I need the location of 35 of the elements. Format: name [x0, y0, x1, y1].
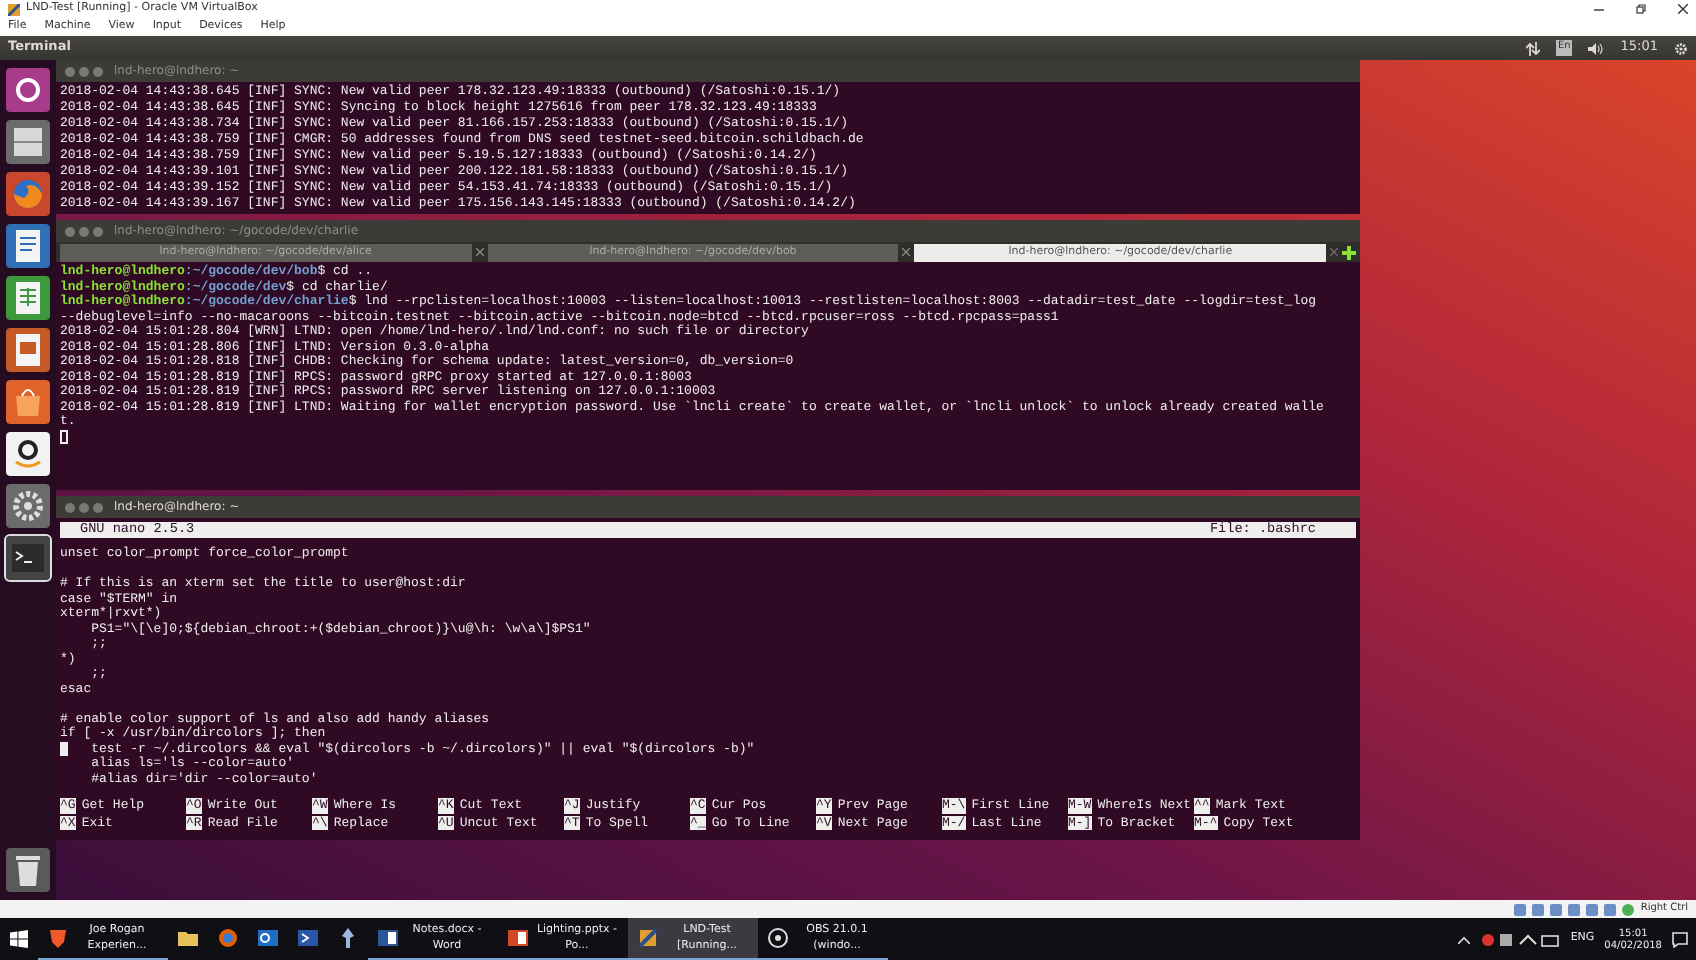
tray-icons-drawing[interactable]	[1480, 931, 1561, 947]
cube-icon	[638, 928, 658, 948]
shield-icon	[48, 928, 68, 948]
dash-icon[interactable]	[6, 68, 50, 112]
network-icon[interactable]	[1525, 41, 1540, 55]
file-cabinet-icon[interactable]	[6, 120, 50, 164]
spreadsheet-icon[interactable]	[6, 276, 50, 320]
trash-icon[interactable]	[6, 848, 50, 892]
windows-logo-icon	[10, 929, 28, 947]
presentation-icon[interactable]	[6, 328, 50, 372]
folder-icon	[178, 928, 198, 948]
text-cursor	[60, 429, 68, 443]
restore-icon[interactable]	[1636, 4, 1646, 14]
terminal-icon[interactable]	[6, 536, 50, 580]
window-controls-icon[interactable]	[64, 225, 104, 237]
document-icon	[378, 928, 398, 948]
terminal-icon	[298, 928, 318, 948]
browser-icon	[218, 928, 238, 948]
settings-icon[interactable]	[1674, 41, 1688, 55]
volume-icon[interactable]	[1588, 41, 1605, 55]
close-icon[interactable]	[1678, 4, 1688, 14]
caret-up-icon[interactable]	[1458, 935, 1471, 943]
device-icons-drawing	[1514, 903, 1635, 915]
window-controls-icon[interactable]	[64, 501, 104, 513]
document-icon[interactable]	[6, 224, 50, 268]
window-controls-icon[interactable]	[64, 65, 104, 77]
circle-icon	[768, 928, 788, 948]
notification-icon[interactable]	[1672, 931, 1688, 947]
plus-icon[interactable]	[1342, 245, 1357, 259]
mail-icon	[258, 928, 278, 948]
settings-icon[interactable]	[6, 484, 50, 528]
cube-icon	[8, 3, 20, 15]
presentation-icon	[508, 928, 528, 948]
pin-icon	[338, 928, 358, 948]
minimize-icon[interactable]	[1594, 4, 1604, 14]
